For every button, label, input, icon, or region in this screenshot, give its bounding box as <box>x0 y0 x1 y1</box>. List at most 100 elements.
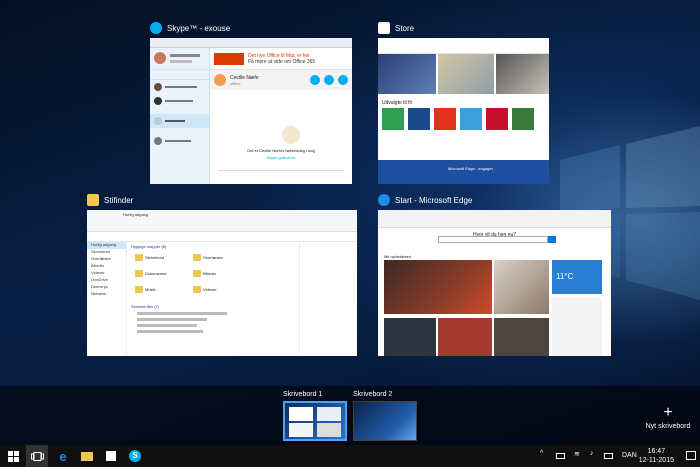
store-icon <box>378 22 390 34</box>
system-clock[interactable]: 16:47 12-11-2015 <box>639 447 674 465</box>
add-contact-button[interactable] <box>338 75 348 85</box>
store-hero-tile[interactable] <box>496 54 549 94</box>
notifications-button[interactable] <box>686 451 696 460</box>
voice-call-button[interactable] <box>324 75 334 85</box>
office-ad-banner[interactable]: Det nye Office til Mac er her Få mere at… <box>210 48 352 70</box>
edge-window-title[interactable]: Start - Microsoft Edge <box>378 192 472 208</box>
skype-menubar <box>150 38 352 48</box>
volume-icon[interactable]: ♪ <box>590 450 594 457</box>
file-explorer-window-title[interactable]: Stifinder <box>87 192 133 208</box>
nav-item[interactable]: Billeder <box>87 263 126 270</box>
nav-item[interactable]: OneDrive <box>87 277 126 284</box>
recent-files-heading: Seneste filer (7) <box>131 304 160 309</box>
store-header <box>378 38 549 54</box>
store-taskbar-button[interactable] <box>100 445 122 467</box>
folder-item[interactable]: Billeder <box>203 271 216 276</box>
store-hero-tile[interactable] <box>378 54 436 94</box>
list-item[interactable] <box>137 318 207 321</box>
search-input[interactable] <box>438 236 548 243</box>
news-tile[interactable] <box>384 318 436 356</box>
sports-panel[interactable] <box>552 298 602 356</box>
folder-item[interactable]: Videoer <box>203 287 217 292</box>
start-button[interactable] <box>2 445 24 467</box>
list-item[interactable] <box>137 330 203 333</box>
list-item[interactable] <box>150 94 209 108</box>
virtual-desktops-bar <box>0 386 700 445</box>
list-item[interactable] <box>137 324 197 327</box>
message-input[interactable] <box>218 170 344 180</box>
avatar <box>214 74 226 86</box>
nav-item[interactable]: Netværk <box>87 291 126 298</box>
clock-time: 16:47 <box>647 448 666 455</box>
task-view-icon <box>30 451 44 461</box>
store-window[interactable]: Store Udvalgte til fri Microsoft Edge - … <box>378 20 549 184</box>
app-tile[interactable] <box>434 108 456 130</box>
new-desktop-button[interactable]: + Nyt skrivebord <box>643 405 693 431</box>
nav-item[interactable]: Skrivebord <box>87 249 126 256</box>
list-item[interactable] <box>150 134 209 148</box>
app-tile[interactable] <box>382 108 404 130</box>
app-tile[interactable] <box>408 108 430 130</box>
news-tile[interactable] <box>494 260 549 314</box>
keyboard-language[interactable]: DAN <box>622 452 637 459</box>
store-bottom-banner-text: Microsoft Edge - engagér <box>448 166 493 171</box>
nav-item[interactable]: Hurtig adgang <box>87 242 126 249</box>
store-hero-tile[interactable] <box>438 54 494 94</box>
news-tile[interactable] <box>384 260 492 314</box>
skype-window-title[interactable]: Skype™ - exouse <box>150 20 230 36</box>
birthday-title: Det er Cecilie Næhrs fødselsdag i dag <box>247 148 315 153</box>
folder-icon <box>193 254 201 261</box>
skype-taskbar-button[interactable]: S <box>124 445 146 467</box>
folder-icon <box>135 254 143 261</box>
list-item[interactable] <box>150 114 209 128</box>
app-tile[interactable] <box>512 108 534 130</box>
chevron-up-icon[interactable]: ^ <box>540 450 543 457</box>
edge-icon: e <box>59 448 67 464</box>
folder-icon <box>193 270 201 277</box>
search-button[interactable] <box>548 236 556 243</box>
nav-item[interactable]: Denne pc <box>87 284 126 291</box>
address-bar[interactable]: Hurtig adgang <box>87 212 357 242</box>
file-explorer-icon <box>81 451 93 461</box>
contact-status: offline <box>230 80 241 86</box>
file-explorer-content: Hurtig adgang Hurtig adgang Skrivebord O… <box>87 210 357 356</box>
store-window-title[interactable]: Store <box>378 20 414 36</box>
folder-icon <box>193 286 201 293</box>
news-tile[interactable] <box>494 318 549 356</box>
video-call-button[interactable] <box>310 75 320 85</box>
list-item[interactable] <box>137 312 227 315</box>
folder-item[interactable]: Skrivebord <box>145 255 164 260</box>
edge-window[interactable]: Start - Microsoft Edge Hvor vil du hen n… <box>378 192 611 356</box>
task-view-button[interactable] <box>26 445 48 467</box>
skype-icon <box>150 22 162 34</box>
edge-taskbar-button[interactable]: e <box>52 445 74 467</box>
nav-item[interactable]: Videoer <box>87 270 126 277</box>
message-icon[interactable] <box>604 453 613 459</box>
folder-item[interactable]: Overførsler <box>203 255 223 260</box>
skype-contacts-pane <box>150 48 210 184</box>
birthday-subtitle[interactable]: Skype gratulerer <box>210 155 352 160</box>
edge-icon <box>378 194 390 206</box>
file-explorer-taskbar-button[interactable] <box>76 445 98 467</box>
desktop-1-thumbnail[interactable] <box>283 401 347 441</box>
app-tile[interactable] <box>486 108 508 130</box>
file-explorer-window[interactable]: Stifinder Hurtig adgang Hurtig adgang Sk… <box>87 192 357 356</box>
store-window-content: Udvalgte til fri Microsoft Edge - engagé… <box>378 38 549 184</box>
weather-tile[interactable]: 11°C <box>552 260 602 294</box>
desktop-2-thumbnail[interactable] <box>353 401 417 441</box>
news-tile[interactable] <box>438 318 492 356</box>
frequent-folders-heading: Hyppige mapper (6) <box>131 244 167 249</box>
skype-window[interactable]: Skype™ - exouse Det nye Office til Mac e… <box>150 20 352 184</box>
battery-icon[interactable] <box>556 453 565 459</box>
office-ad-text: Det nye Office til Mac er her <box>248 52 310 59</box>
list-item[interactable] <box>150 80 209 94</box>
store-bottom-banner[interactable]: Microsoft Edge - engagér <box>378 160 549 184</box>
nav-item[interactable]: Overførsler <box>87 256 126 263</box>
preview-pane <box>299 242 357 356</box>
folder-item[interactable]: Dokumenter <box>145 271 167 276</box>
weather-temperature: 11°C <box>556 272 574 281</box>
edge-tab-bar[interactable] <box>378 210 611 228</box>
wifi-icon[interactable]: ≋ <box>574 450 580 458</box>
app-tile[interactable] <box>460 108 482 130</box>
folder-item[interactable]: Musik <box>145 287 155 292</box>
